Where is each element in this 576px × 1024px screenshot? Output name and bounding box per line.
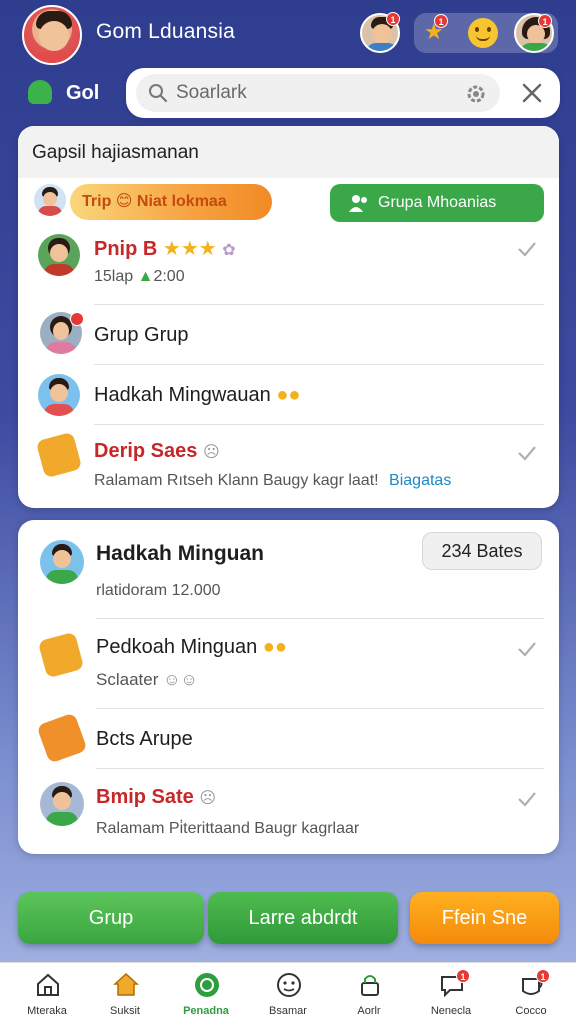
group-button[interactable]: Grup (18, 892, 204, 944)
contact-name[interactable]: Derip Saes ☹ (94, 440, 220, 463)
face-icon: ☹ (199, 790, 217, 807)
group-icon[interactable] (28, 80, 52, 104)
contact-subtitle: 15lap ▲2:00 (94, 268, 185, 285)
contact-name[interactable]: Hadkah Mingwauan ●● (94, 384, 301, 407)
treasure-icon[interactable] (35, 431, 83, 479)
users-icon (349, 195, 367, 212)
checkmark-icon[interactable] (516, 788, 538, 810)
contact-name[interactable]: Pnip B ★★★ ✿ (94, 236, 236, 261)
close-icon[interactable] (520, 81, 544, 105)
bottom-navigation: Mteraka Suksit Penadna Bsamar Aorlr 1 Ne… (0, 962, 576, 1024)
contact-subtitle: Sclaater ☺☺ (96, 670, 198, 689)
create-button[interactable]: Larre abdrdt (208, 892, 398, 944)
contact-avatar[interactable] (40, 540, 84, 584)
app-title: Gom Lduansia (96, 20, 235, 43)
group-label[interactable]: Gol (66, 82, 99, 105)
home-icon (37, 973, 59, 996)
card-title: Gapsil hajiasmanan (32, 142, 199, 163)
face-icon: ☹ (202, 444, 220, 461)
house-gold-icon (113, 972, 139, 996)
trophy-icon[interactable] (37, 631, 85, 679)
settings-gear-icon[interactable] (464, 82, 488, 106)
notification-badge-1: 1 (386, 12, 400, 26)
group-members-button[interactable]: Grupa Mhoanias (330, 184, 544, 222)
contact-avatar[interactable] (38, 234, 80, 276)
lock-icon (361, 975, 379, 996)
contact-avatar[interactable] (38, 374, 80, 416)
nav-item-nenecla[interactable]: 1 Nenecla (410, 963, 492, 1024)
contact-name[interactable]: Bmip Sate ☹ (96, 786, 216, 809)
contact-name[interactable]: Bcts Arupe (96, 728, 193, 751)
row-notification-badge (70, 312, 84, 326)
search-bar[interactable] (126, 68, 560, 118)
gift-box-icon[interactable] (36, 712, 88, 764)
contact-subtitle: rlatidoram 12.000 (96, 582, 221, 599)
nav-item-suksit[interactable]: Suksit (84, 963, 166, 1024)
notification-badge-3: 1 (538, 14, 552, 28)
star-rating-icon: ★★★ (162, 238, 217, 260)
faces-icon: ☺☺ (163, 670, 198, 689)
user-avatar[interactable] (22, 5, 82, 65)
details-link[interactable]: Biagatas (389, 472, 451, 489)
checkmark-icon[interactable] (516, 442, 538, 464)
arrow-up-icon: ▲ (137, 268, 154, 285)
coins-icon: ●● (262, 636, 287, 658)
emoji-face-icon (277, 973, 301, 997)
bets-count-badge[interactable]: 234 Bates (422, 532, 542, 570)
contact-avatar[interactable] (40, 782, 84, 826)
rewards-card: Hadkah Minguan rlatidoram 12.000 234 Bat… (18, 520, 559, 854)
search-icon (149, 84, 168, 103)
contact-subtitle: Ralamam Pi̇terittaand Baugr kagrlaar (96, 820, 360, 837)
group-members-label: Grupa Mhoanias (378, 194, 497, 211)
checkmark-icon[interactable] (516, 238, 538, 260)
contact-name[interactable]: Hadkah Minguan (96, 542, 264, 566)
nav-item-home[interactable]: Mteraka (6, 963, 88, 1024)
smile-emoji-icon (468, 18, 498, 48)
nav-item-aorlr[interactable]: Aorlr (328, 963, 410, 1024)
nav-item-cocco[interactable]: 1 Cocco (490, 963, 572, 1024)
contact-subtitle: Ralamam Rıtseh Klann Baugy kagr laat! Bi… (94, 472, 452, 489)
invite-button[interactable]: Ffein Sne (410, 892, 559, 944)
nav-item-bsamar[interactable]: Bsamar (247, 963, 329, 1024)
pill-avatar (34, 184, 66, 216)
coins-icon: ●● (276, 384, 301, 406)
notification-badge-2: 1 (434, 14, 448, 28)
group-list-card: Gapsil hajiasmanan Trip 😊 Niat lokmaa Gr… (18, 126, 559, 508)
flower-icon: ✿ (222, 242, 236, 259)
contact-name[interactable]: Pedkoah Minguan ●● (96, 636, 287, 659)
nav-item-penadna[interactable]: Penadna (165, 963, 247, 1024)
green-circle-icon (195, 973, 219, 997)
trip-pill[interactable]: Trip 😊 Niat lokmaa (70, 184, 272, 220)
group-name[interactable]: Grup Grup (94, 324, 188, 347)
checkmark-icon[interactable] (516, 638, 538, 660)
search-input[interactable] (176, 74, 456, 112)
